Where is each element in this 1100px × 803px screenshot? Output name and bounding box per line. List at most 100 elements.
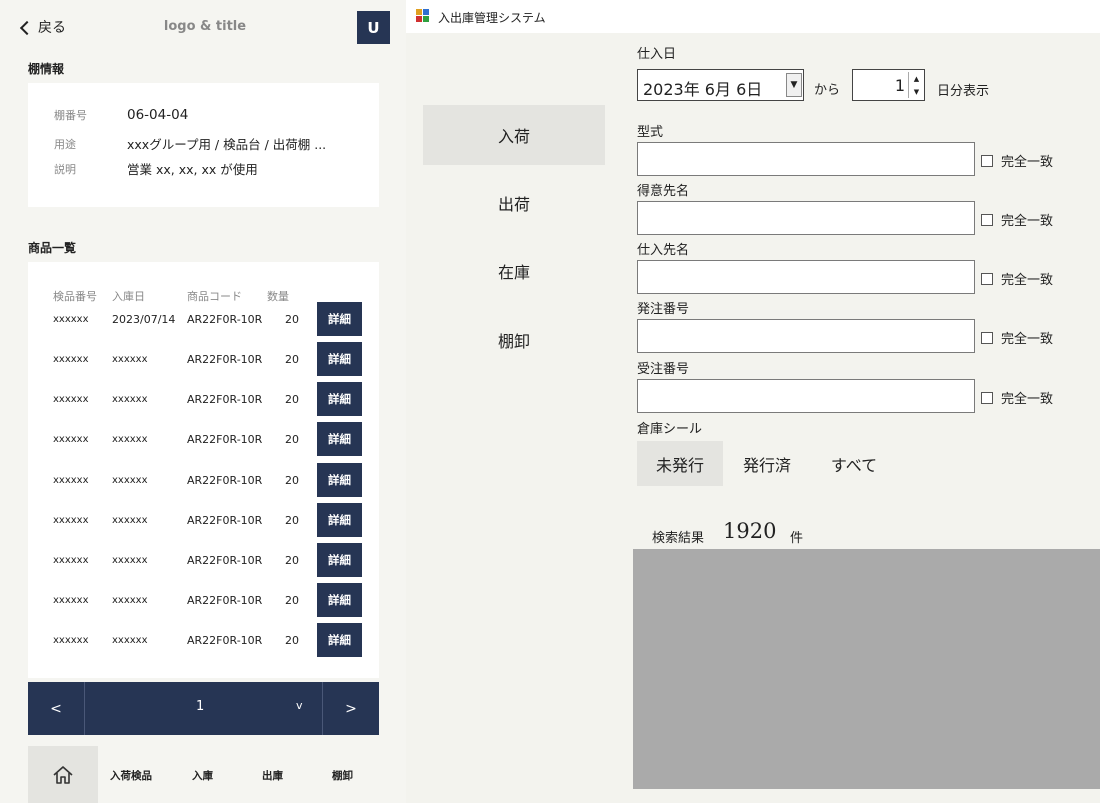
date-picker[interactable]: 2023年 6月 6日 ▼ bbox=[637, 69, 804, 101]
supplier-input[interactable] bbox=[637, 260, 975, 294]
cell-code: AR22F0R-10R bbox=[187, 634, 263, 647]
seal-option-issued[interactable]: 発行済 bbox=[724, 441, 810, 486]
tab-home[interactable] bbox=[28, 746, 98, 803]
order-number-exact-checkbox[interactable]: 完全一致 bbox=[981, 388, 1053, 407]
checkbox[interactable] bbox=[981, 272, 993, 285]
detail-button[interactable]: 詳細 bbox=[317, 382, 362, 416]
nav-arrival[interactable]: 入荷 bbox=[423, 105, 605, 165]
table-row: xxxxxx 2023/07/14 AR22F0R-10R 20 詳細 bbox=[28, 302, 379, 336]
exact-label: 完全一致 bbox=[1001, 155, 1054, 170]
checkbox[interactable] bbox=[981, 154, 993, 167]
info-value: xxxグループ用 / 検品台 / 出荷棚 ... bbox=[127, 137, 327, 152]
detail-button[interactable]: 詳細 bbox=[317, 302, 362, 336]
cell-date: xxxxxx bbox=[112, 475, 148, 486]
detail-button[interactable]: 詳細 bbox=[317, 623, 362, 657]
customer-input[interactable] bbox=[637, 201, 975, 235]
info-label: 説明 bbox=[54, 162, 76, 176]
prev-page-button[interactable]: < bbox=[28, 682, 85, 735]
detail-button[interactable]: 詳細 bbox=[317, 583, 362, 617]
result-label: 検索結果 bbox=[652, 531, 705, 546]
cell-qty: 20 bbox=[285, 353, 299, 366]
checkbox[interactable] bbox=[981, 331, 993, 344]
cell-code: AR22F0R-10R bbox=[187, 313, 263, 326]
shelf-row-description: 説明 営業 xx, xx, xx が使用 bbox=[54, 159, 258, 178]
seal-label: 倉庫シール bbox=[637, 422, 703, 437]
po-number-label: 発注番号 bbox=[637, 302, 690, 317]
mobile-header: 戻る logo & title U bbox=[0, 0, 406, 56]
from-label: から bbox=[814, 83, 841, 98]
cell-no: xxxxxx bbox=[53, 475, 89, 486]
back-label: 戻る bbox=[38, 20, 66, 36]
result-count: 1920 bbox=[723, 519, 777, 543]
cell-code: AR22F0R-10R bbox=[187, 393, 263, 406]
cell-date: xxxxxx bbox=[112, 635, 148, 646]
detail-button[interactable]: 詳細 bbox=[317, 503, 362, 537]
customer-exact-checkbox[interactable]: 完全一致 bbox=[981, 210, 1053, 229]
order-number-label: 受注番号 bbox=[637, 362, 690, 377]
cell-qty: 20 bbox=[285, 514, 299, 527]
table-row: xxxxxx xxxxxx AR22F0R-10R 20 詳細 bbox=[28, 382, 379, 416]
table-row: xxxxxx xxxxxx AR22F0R-10R 20 詳細 bbox=[28, 342, 379, 376]
detail-button[interactable]: 詳細 bbox=[317, 543, 362, 577]
checkbox[interactable] bbox=[981, 213, 993, 226]
info-label: 用途 bbox=[54, 137, 76, 151]
cell-no: xxxxxx bbox=[53, 314, 89, 325]
cell-date: xxxxxx bbox=[112, 515, 148, 526]
cell-qty: 20 bbox=[285, 393, 299, 406]
result-list-area[interactable] bbox=[633, 549, 1100, 789]
chevron-left-icon bbox=[19, 20, 35, 35]
info-value: 営業 xx, xx, xx が使用 bbox=[127, 162, 258, 177]
customer-label: 得意先名 bbox=[637, 184, 690, 199]
detail-button[interactable]: 詳細 bbox=[317, 463, 362, 497]
cell-qty: 20 bbox=[285, 634, 299, 647]
avatar[interactable]: U bbox=[357, 11, 390, 44]
cell-code: AR22F0R-10R bbox=[187, 514, 263, 527]
result-unit: 件 bbox=[790, 531, 804, 546]
cell-code: AR22F0R-10R bbox=[187, 433, 263, 446]
detail-button[interactable]: 詳細 bbox=[317, 422, 362, 456]
cell-qty: 20 bbox=[285, 554, 299, 567]
model-exact-checkbox[interactable]: 完全一致 bbox=[981, 151, 1053, 170]
next-page-button[interactable]: > bbox=[322, 682, 379, 735]
cell-no: xxxxxx bbox=[53, 515, 89, 526]
tab-stocktake[interactable]: 棚卸 bbox=[332, 768, 353, 783]
supplier-label: 仕入先名 bbox=[637, 243, 690, 258]
product-table: 検品番号 入庫日 商品コード 数量 xxxxxx 2023/07/14 AR22… bbox=[28, 262, 379, 678]
exact-label: 完全一致 bbox=[1001, 332, 1054, 347]
cell-date: 2023/07/14 bbox=[112, 313, 176, 326]
stepper-up-icon[interactable]: ▲ bbox=[909, 72, 924, 85]
detail-button[interactable]: 詳細 bbox=[317, 342, 362, 376]
checkbox[interactable] bbox=[981, 391, 993, 404]
chevron-down-icon[interactable]: ▼ bbox=[786, 73, 802, 97]
days-stepper[interactable]: 1 ▲ ▼ bbox=[852, 69, 925, 101]
exact-label: 完全一致 bbox=[1001, 214, 1054, 229]
title-bar: 入出庫管理システム bbox=[406, 0, 1100, 33]
back-button[interactable]: 戻る bbox=[19, 17, 66, 37]
cell-qty: 20 bbox=[285, 594, 299, 607]
exact-label: 完全一致 bbox=[1001, 273, 1054, 288]
nav-stock[interactable]: 在庫 bbox=[423, 241, 605, 301]
model-input[interactable] bbox=[637, 142, 975, 176]
cell-date: xxxxxx bbox=[112, 434, 148, 445]
products-section-title: 商品一覧 bbox=[28, 241, 77, 255]
table-row: xxxxxx xxxxxx AR22F0R-10R 20 詳細 bbox=[28, 623, 379, 657]
order-number-input[interactable] bbox=[637, 379, 975, 413]
stepper-down-icon[interactable]: ▼ bbox=[909, 85, 924, 98]
tab-inspection[interactable]: 入荷検品 bbox=[110, 768, 152, 783]
po-number-input[interactable] bbox=[637, 319, 975, 353]
cell-date: xxxxxx bbox=[112, 354, 148, 365]
seal-option-unissued[interactable]: 未発行 bbox=[637, 441, 723, 486]
desktop-window: 入出庫管理システム 入荷 出荷 在庫 棚卸 仕入日 2023年 6月 6日 ▼ … bbox=[406, 0, 1100, 803]
po-number-exact-checkbox[interactable]: 完全一致 bbox=[981, 328, 1053, 347]
nav-shipping[interactable]: 出荷 bbox=[423, 173, 605, 233]
nav-stocktake[interactable]: 棚卸 bbox=[423, 310, 605, 370]
shelf-row-usage: 用途 xxxグループ用 / 検品台 / 出荷棚 ... bbox=[54, 134, 326, 153]
seal-option-all[interactable]: すべて bbox=[811, 441, 897, 486]
cell-date: xxxxxx bbox=[112, 555, 148, 566]
page-dropdown[interactable]: v bbox=[296, 699, 303, 712]
pagination: < 1 v > bbox=[28, 682, 379, 735]
tab-outbound[interactable]: 出庫 bbox=[262, 768, 283, 783]
supplier-exact-checkbox[interactable]: 完全一致 bbox=[981, 269, 1053, 288]
cell-no: xxxxxx bbox=[53, 394, 89, 405]
tab-inbound[interactable]: 入庫 bbox=[192, 768, 213, 783]
